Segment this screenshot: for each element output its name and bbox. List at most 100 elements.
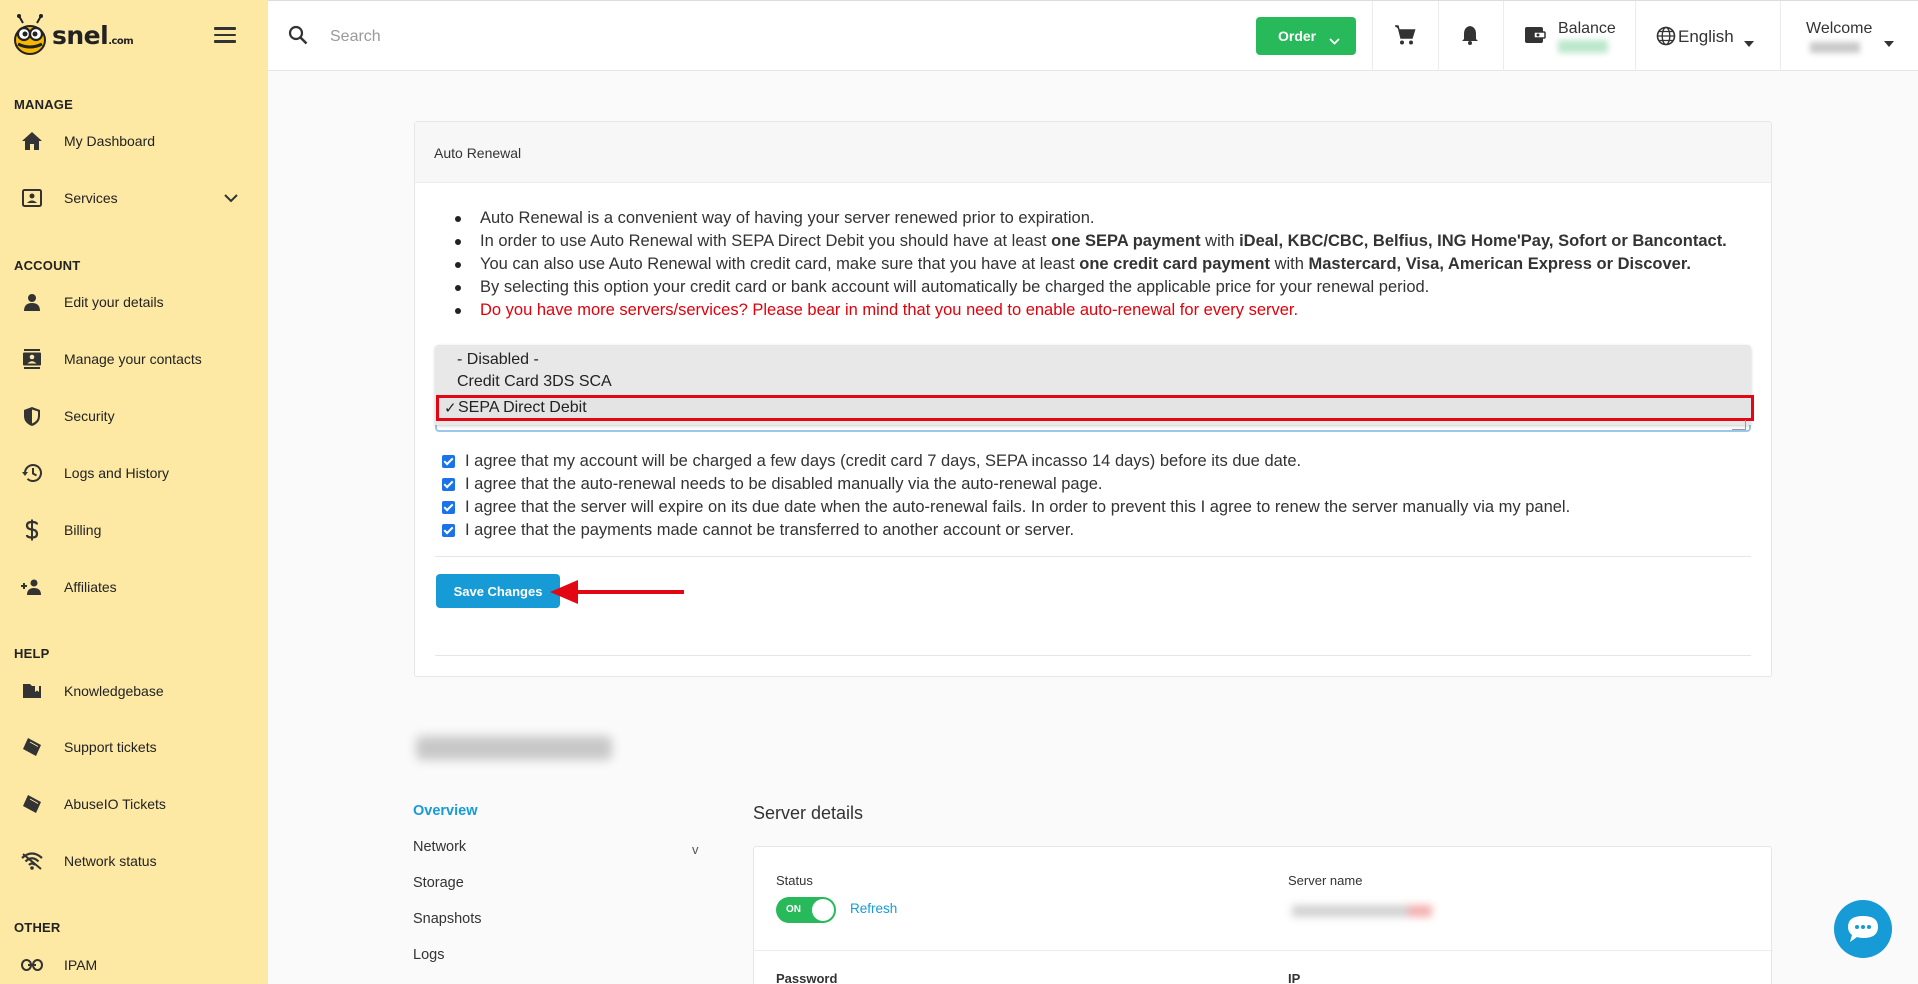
bell-icon[interactable]: [1461, 25, 1479, 50]
sidebar-item-support-tickets[interactable]: Support tickets: [0, 727, 268, 767]
checkmark-icon: ✓: [444, 400, 457, 417]
balance-value-redacted: [1558, 40, 1608, 53]
info-list: Auto Renewal is a convenient way of havi…: [455, 207, 1727, 322]
welcome-user-menu[interactable]: Welcome: [1806, 20, 1872, 38]
warning-item: Do you have more servers/services? Pleas…: [455, 299, 1727, 322]
chevron-down-icon: [224, 190, 238, 208]
sidebar-item-dashboard[interactable]: My Dashboard: [0, 121, 268, 161]
wifi-icon: [20, 849, 44, 873]
search-input[interactable]: [330, 23, 930, 51]
ticket-icon: [20, 735, 44, 759]
sidebar-item-edit-details[interactable]: Edit your details: [0, 282, 268, 322]
option-disabled[interactable]: - Disabled -: [457, 351, 539, 369]
bee-logo-icon: [10, 14, 50, 56]
shield-icon: [20, 404, 44, 428]
topbar-divider: [1372, 1, 1373, 71]
info-item: Auto Renewal is a convenient way of havi…: [455, 207, 1727, 230]
server-nav-snapshots[interactable]: Snapshots: [413, 911, 482, 927]
brand-name: snel.com: [52, 20, 134, 50]
section-title-help: HELP: [14, 646, 50, 661]
sidebar-item-security[interactable]: Security: [0, 396, 268, 436]
option-credit-card[interactable]: Credit Card 3DS SCA: [457, 373, 612, 391]
chevron-down-icon: [1329, 32, 1340, 48]
sidebar-item-label: Support tickets: [64, 739, 157, 755]
sidebar-item-ipam[interactable]: IPAM: [0, 945, 268, 984]
server-name-label: Server name: [1288, 873, 1363, 888]
ip-label: IP: [1288, 971, 1301, 984]
topbar-divider: [1438, 1, 1439, 71]
sidebar-item-label: Services: [64, 190, 118, 206]
search-icon[interactable]: [288, 25, 308, 50]
info-item: You can also use Auto Renewal with credi…: [455, 253, 1727, 276]
renewal-method-dropdown[interactable]: - Disabled - Credit Card 3DS SCA ✓ SEPA …: [435, 345, 1754, 425]
contacts-icon: [20, 347, 44, 371]
status-toggle[interactable]: ON: [776, 897, 836, 923]
person-icon: [20, 290, 44, 314]
sidebar-item-logs[interactable]: Logs and History: [0, 453, 268, 493]
sidebar-item-label: My Dashboard: [64, 133, 156, 149]
brand-logo[interactable]: snel.com: [10, 14, 134, 56]
resize-handle[interactable]: [1732, 420, 1746, 430]
balance-label: Balance: [1558, 20, 1616, 37]
services-icon: [20, 186, 44, 210]
server-details-title: Server details: [753, 803, 864, 823]
caret-down-icon: [1744, 34, 1754, 52]
status-label: Status: [776, 873, 813, 888]
cart-icon[interactable]: [1394, 25, 1416, 50]
wallet-icon[interactable]: [1524, 25, 1546, 50]
info-item: By selecting this option your credit car…: [455, 276, 1727, 299]
password-label: Password: [776, 971, 838, 984]
agreement-checkbox-2[interactable]: I agree that the auto-renewal needs to b…: [442, 475, 1103, 494]
sidebar-item-label: Network status: [64, 853, 157, 869]
annotation-arrow-icon: [550, 580, 684, 604]
hamburger-menu-icon[interactable]: [214, 27, 236, 45]
server-details-card: Status ON Refresh Server name Password I…: [753, 846, 1773, 984]
language-selector[interactable]: English: [1678, 27, 1734, 47]
sidebar-item-network-status[interactable]: Network status: [0, 841, 268, 881]
agreement-checkbox-3[interactable]: I agree that the server will expire on i…: [442, 498, 1570, 517]
sidebar-item-label: Security: [64, 408, 115, 424]
sidebar-item-label: AbuseIO Tickets: [64, 796, 166, 812]
sidebar-item-abuseio-tickets[interactable]: AbuseIO Tickets: [0, 784, 268, 824]
sidebar-item-label: Knowledgebase: [64, 683, 164, 699]
sidebar-item-services[interactable]: Services: [0, 178, 268, 218]
sidebar-item-knowledgebase[interactable]: Knowledgebase: [0, 671, 268, 711]
server-nav-logs[interactable]: Logs: [413, 947, 444, 963]
option-label: SEPA Direct Debit: [458, 399, 587, 416]
chat-button[interactable]: [1834, 900, 1892, 958]
sidebar-item-billing[interactable]: Billing: [0, 510, 268, 550]
checkbox[interactable]: [442, 478, 455, 491]
topbar-divider: [1635, 1, 1636, 71]
chevron-down-icon: v: [692, 842, 699, 857]
toggle-label: ON: [786, 904, 801, 915]
divider: [754, 950, 1773, 951]
link-icon: [20, 953, 44, 977]
caret-down-icon: [1884, 34, 1894, 52]
section-title-manage: MANAGE: [14, 97, 73, 112]
order-button-label: Order: [1278, 28, 1317, 44]
option-sepa-direct-debit[interactable]: ✓ SEPA Direct Debit: [436, 395, 1754, 421]
sidebar-item-contacts[interactable]: Manage your contacts: [0, 339, 268, 379]
sidebar-item-label: Manage your contacts: [64, 351, 202, 367]
server-nav-network[interactable]: Network: [413, 839, 466, 855]
server-nav-storage[interactable]: Storage: [413, 875, 464, 891]
agreement-checkbox-1[interactable]: I agree that my account will be charged …: [442, 452, 1301, 471]
section-title-other: OTHER: [14, 920, 61, 935]
sidebar-item-affiliates[interactable]: Affiliates: [0, 567, 268, 607]
checkbox[interactable]: [442, 524, 455, 537]
globe-icon[interactable]: [1656, 26, 1676, 51]
agreement-checkbox-4[interactable]: I agree that the payments made cannot be…: [442, 521, 1074, 540]
username-redacted: [1810, 42, 1860, 53]
sidebar-item-label: Affiliates: [64, 579, 117, 595]
dollar-icon: [20, 518, 44, 542]
toggle-knob: [812, 899, 834, 921]
server-name-redacted: [1292, 905, 1432, 917]
card-header: Auto Renewal: [415, 122, 1771, 183]
refresh-link[interactable]: Refresh: [850, 901, 897, 916]
server-nav-overview[interactable]: Overview: [413, 803, 478, 819]
checkbox[interactable]: [442, 501, 455, 514]
save-changes-button[interactable]: Save Changes: [436, 574, 560, 608]
affiliates-icon: [20, 575, 44, 599]
checkbox[interactable]: [442, 455, 455, 468]
order-button[interactable]: Order: [1256, 17, 1356, 55]
